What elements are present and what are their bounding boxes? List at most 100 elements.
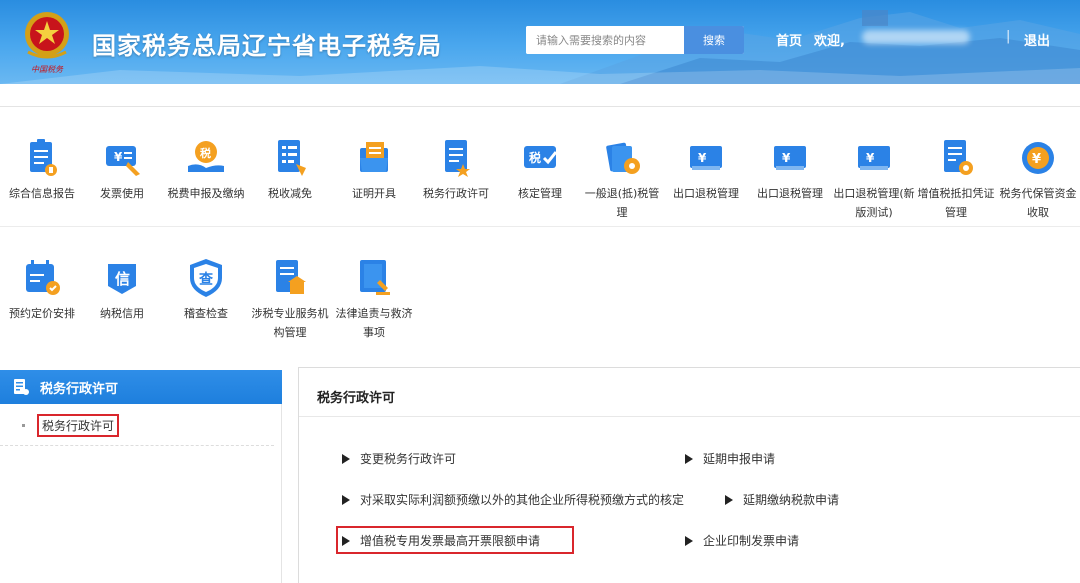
national-emblem-icon: 中国税务 (25, 12, 69, 74)
module-label: 核定管理 (518, 187, 562, 200)
module-label: 出口退税管理(新版测试) (833, 187, 915, 219)
nav-home-link[interactable]: 首页 (776, 30, 802, 49)
document-icon (14, 379, 29, 395)
export-refund-icon: ¥ (858, 146, 890, 170)
module-tile-export-refund-2[interactable]: ¥ 出口退税管理 (748, 136, 832, 203)
svg-text:¥: ¥ (782, 151, 791, 165)
triangle-right-icon (725, 494, 733, 505)
sidebar-item-admin-permit[interactable]: 税务行政许可 (22, 414, 120, 437)
module-tile-invoice[interactable]: ¥ 发票使用 (80, 136, 164, 203)
module-label: 证明开具 (352, 187, 396, 200)
redacted-username (862, 30, 970, 44)
top-divider (0, 106, 1080, 107)
link-label: 延期缴纳税款申请 (743, 493, 840, 507)
module-label: 纳税信用 (100, 307, 144, 320)
module-tile-legal[interactable]: 法律追责与救济事项 (332, 256, 416, 342)
report-icon (30, 139, 57, 176)
module-label: 综合信息报告 (9, 187, 75, 200)
svg-text:税: 税 (200, 146, 211, 160)
svg-text:¥: ¥ (866, 151, 875, 165)
module-label: 增值税抵扣凭证管理 (917, 187, 995, 219)
module-label: 税费申报及缴纳 (167, 187, 245, 200)
row-divider (0, 226, 1080, 227)
module-label: 涉税专业服务机构管理 (251, 307, 329, 339)
link-deferred-payment[interactable]: 延期缴纳税款申请 (725, 491, 839, 508)
export-refund-icon: ¥ (774, 146, 806, 170)
module-label: 税务代保管资金收取 (999, 187, 1077, 219)
module-label: 税务行政许可 (423, 187, 489, 200)
sidebar-item-label: 税务行政许可 (37, 414, 120, 437)
export-refund-icon: ¥ (690, 146, 722, 170)
module-tile-refund[interactable]: 一般退(抵)税管理 (580, 136, 664, 222)
bullet-icon (22, 424, 25, 427)
agency-manage-icon (276, 260, 306, 294)
link-change-permit[interactable]: 变更税务行政许可 (342, 450, 456, 467)
link-vat-invoice-limit[interactable]: 增值税专用发票最高开票限额申请 (342, 532, 540, 549)
search-box: 搜索 (526, 26, 744, 54)
sidebar-title: 税务行政许可 (40, 381, 119, 397)
svg-text:¥: ¥ (114, 150, 123, 164)
link-invoice-printing[interactable]: 企业印制发票申请 (685, 532, 799, 549)
svg-text:税: 税 (529, 150, 541, 165)
module-tile-agency[interactable]: 涉税专业服务机构管理 (248, 256, 332, 342)
link-label: 变更税务行政许可 (360, 452, 457, 466)
link-label: 企业印制发票申请 (703, 534, 800, 548)
site-title: 国家税务总局辽宁省电子税务局 (92, 32, 442, 60)
triangle-right-icon (342, 535, 350, 546)
module-tile-admin-permit[interactable]: 税务行政许可 (414, 136, 498, 203)
left-sidebar: 税务行政许可 税务行政许可 (0, 370, 282, 583)
triangle-right-icon (685, 535, 693, 546)
header-banner: 中国税务 国家税务总局辽宁省电子税务局 搜索 首页 欢迎, | 退出 (0, 0, 1080, 84)
vat-deduct-icon (944, 140, 973, 175)
content-title: 税务行政许可 (317, 391, 396, 406)
svg-text:中国税务: 中国税务 (31, 65, 64, 74)
link-prepayment-method[interactable]: 对采取实际利润额预缴以外的其他企业所得税预缴方式的核定 (342, 491, 684, 508)
module-label: 出口退税管理 (673, 187, 739, 200)
verify-manage-icon: 税 (524, 146, 558, 168)
module-tile-export-refund-1[interactable]: ¥ 出口退税管理 (664, 136, 748, 203)
admin-permit-icon (445, 140, 470, 177)
custody-fund-icon: ¥ (1022, 142, 1054, 174)
triangle-right-icon (342, 494, 350, 505)
module-label: 法律追责与救济事项 (335, 307, 413, 339)
module-tile-pricing[interactable]: 预约定价安排 (0, 256, 84, 323)
content-title-divider (299, 416, 1080, 417)
svg-text:¥: ¥ (698, 151, 707, 165)
inspection-shield-icon: 查 (190, 259, 222, 297)
sidebar-header: 税务行政许可 (0, 370, 282, 404)
sidebar-divider (0, 445, 274, 446)
module-tile-certificate[interactable]: 证明开具 (332, 136, 416, 203)
module-tile-export-refund-new[interactable]: ¥ 出口退税管理(新版测试) (832, 136, 916, 222)
tax-relief-icon (278, 140, 306, 176)
module-tile-verify-manage[interactable]: 税 核定管理 (498, 136, 582, 203)
certificate-icon (360, 142, 388, 172)
search-button[interactable]: 搜索 (684, 26, 744, 54)
refund-icon (606, 142, 640, 174)
nav-separator: | (1006, 29, 1011, 44)
nav-logout-link[interactable]: 退出 (1024, 30, 1050, 49)
module-label: 发票使用 (100, 187, 144, 200)
module-tile-inspection[interactable]: 查 稽查检查 (164, 256, 248, 323)
module-tile-tax-relief[interactable]: 税收减免 (248, 136, 332, 203)
link-label: 增值税专用发票最高开票限额申请 (360, 534, 541, 548)
triangle-right-icon (342, 453, 350, 464)
triangle-right-icon (685, 453, 693, 464)
module-label: 预约定价安排 (9, 307, 75, 320)
module-label: 一般退(抵)税管理 (584, 187, 660, 219)
svg-text:信: 信 (115, 270, 130, 288)
module-tile-tax-declare[interactable]: 税 税费申报及缴纳 (164, 136, 248, 203)
module-tile-credit[interactable]: 信 纳税信用 (80, 256, 164, 323)
module-label: 出口退税管理 (757, 187, 823, 200)
module-label: 税收减免 (268, 187, 312, 200)
credit-icon: 信 (108, 264, 136, 294)
module-label: 稽查检查 (184, 307, 228, 320)
link-deferred-filing[interactable]: 延期申报申请 (685, 450, 775, 467)
module-tile-custody-fund[interactable]: ¥ 税务代保管资金收取 (996, 136, 1080, 222)
module-tile-report[interactable]: 综合信息报告 (0, 136, 84, 203)
invoice-icon: ¥ (106, 146, 140, 176)
module-tile-vat-deduct[interactable]: 增值税抵扣凭证管理 (914, 136, 998, 222)
nav-welcome-text: 欢迎, (814, 34, 845, 49)
tax-declare-icon: 税 (188, 141, 224, 172)
search-input[interactable] (526, 26, 684, 54)
link-label: 对采取实际利润额预缴以外的其他企业所得税预缴方式的核定 (360, 493, 685, 507)
